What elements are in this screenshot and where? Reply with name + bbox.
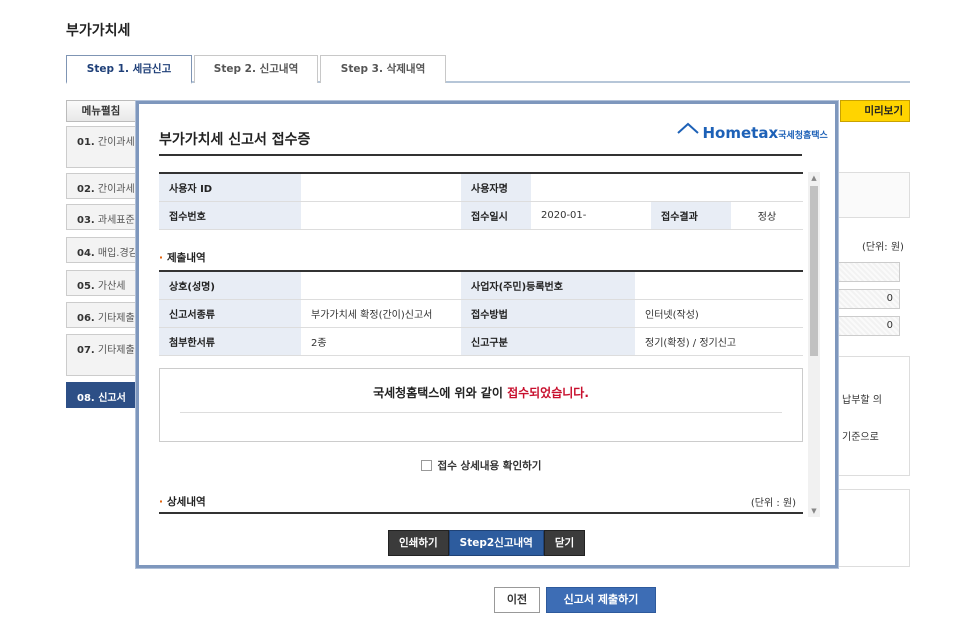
table-row: 접수번호 접수일시 2020-01- 접수결과 정상 [159, 201, 803, 230]
hometax-logo: Hometax국세청홈택스 [677, 122, 828, 152]
scroll-down-icon[interactable]: ▼ [808, 505, 820, 517]
receipt-notice-text: 국세청홈택스에 위와 같이 접수되었습니다. [373, 386, 589, 400]
notice-panel [838, 356, 910, 476]
scroll-thumb[interactable] [810, 186, 818, 356]
sidebar-item-07[interactable]: 07. 기타제출 제외) [66, 334, 138, 376]
receipt-notice-box: 국세청홈택스에 위와 같이 접수되었습니다. [159, 368, 803, 442]
sidebar-item-02[interactable]: 02. 간이과세 [66, 173, 138, 199]
sidebar-item-03[interactable]: 03. 과세표준 [66, 204, 138, 230]
notice-text-1: 납부할 의 [842, 395, 882, 406]
modal-button-group: 인쇄하기 Step2신고내역 닫기 [388, 530, 586, 556]
receipt-table: 사용자 ID 사용자명 접수번호 접수일시 2020-01- 접수결과 정상 [159, 172, 803, 230]
modal-title: 부가가치세 신고서 접수증 [159, 132, 311, 148]
sidebar-item-06[interactable]: 06. 기타제출 [66, 302, 138, 328]
modal-scrollbar[interactable]: ▲ ▼ [808, 172, 820, 517]
table-row: 첨부한서류 2종 신고구분 정기(확정) / 정기신고 [159, 327, 803, 356]
table-row: 상호(성명) 사업자(주민)등록번호 [159, 270, 803, 300]
close-button[interactable]: 닫기 [543, 530, 586, 556]
receipt-modal: 부가가치세 신고서 접수증 Hometax국세청홈택스 사용자 ID 사용자명 … [136, 101, 838, 568]
tab-step2[interactable]: Step 2. 신고내역 [194, 55, 318, 83]
table-row: 신고서종류 부가가치세 확정(간이)신고서 접수방법 인터넷(작성) [159, 299, 803, 328]
submit-report-button[interactable]: 신고서 제출하기 [546, 587, 656, 613]
tab-step3[interactable]: Step 3. 삭제내역 [320, 55, 446, 83]
step2-history-button[interactable]: Step2신고내역 [448, 530, 544, 556]
table-row: 사용자 ID 사용자명 [159, 172, 803, 202]
detail-confirm-checkbox[interactable]: 접수 상세내용 확인하기 [159, 458, 803, 473]
sidebar-item-08[interactable]: 08. 신고서 [66, 382, 138, 408]
tab-step1[interactable]: Step 1. 세금신고 [66, 55, 192, 84]
menu-toggle-button[interactable]: 메뉴펼침 [66, 100, 136, 122]
step-tabs: Step 1. 세금신고 Step 2. 신고내역 Step 3. 삭제내역 [66, 55, 910, 84]
amount-field-2: 0 [838, 289, 900, 309]
preview-button[interactable]: 미리보기 [840, 100, 910, 122]
notice-text-2: 기준으로 [842, 432, 879, 443]
receipt-scroll-area[interactable]: 사용자 ID 사용자명 접수번호 접수일시 2020-01- 접수결과 정상 ·… [159, 172, 820, 517]
print-button[interactable]: 인쇄하기 [388, 530, 449, 556]
checkbox-icon[interactable] [420, 460, 432, 471]
amount-field-1 [838, 262, 900, 282]
amount-field-3: 0 [838, 316, 900, 336]
sidebar-item-01[interactable]: 01. 간이과세 입력 [66, 126, 138, 168]
sidebar-item-05[interactable]: 05. 가산세 [66, 270, 138, 296]
house-icon [677, 122, 699, 134]
scroll-up-icon[interactable]: ▲ [808, 172, 820, 184]
page-title: 부가가치세 [66, 23, 131, 39]
title-divider [159, 154, 802, 156]
section-detail-title: · 상세내역 [159, 496, 206, 508]
unit-label: (단위: 원) [862, 242, 904, 253]
section-submit-title: · 제출내역 [159, 252, 206, 264]
sidebar-item-04[interactable]: 04. 매입.경감 [66, 237, 138, 263]
background-panel [838, 172, 910, 218]
submit-table: 상호(성명) 사업자(주민)등록번호 신고서종류 부가가치세 확정(간이)신고서… [159, 270, 803, 356]
prev-button[interactable]: 이전 [494, 587, 540, 613]
detail-panel [838, 489, 910, 567]
detail-unit-label: (단위 : 원) [750, 498, 796, 509]
